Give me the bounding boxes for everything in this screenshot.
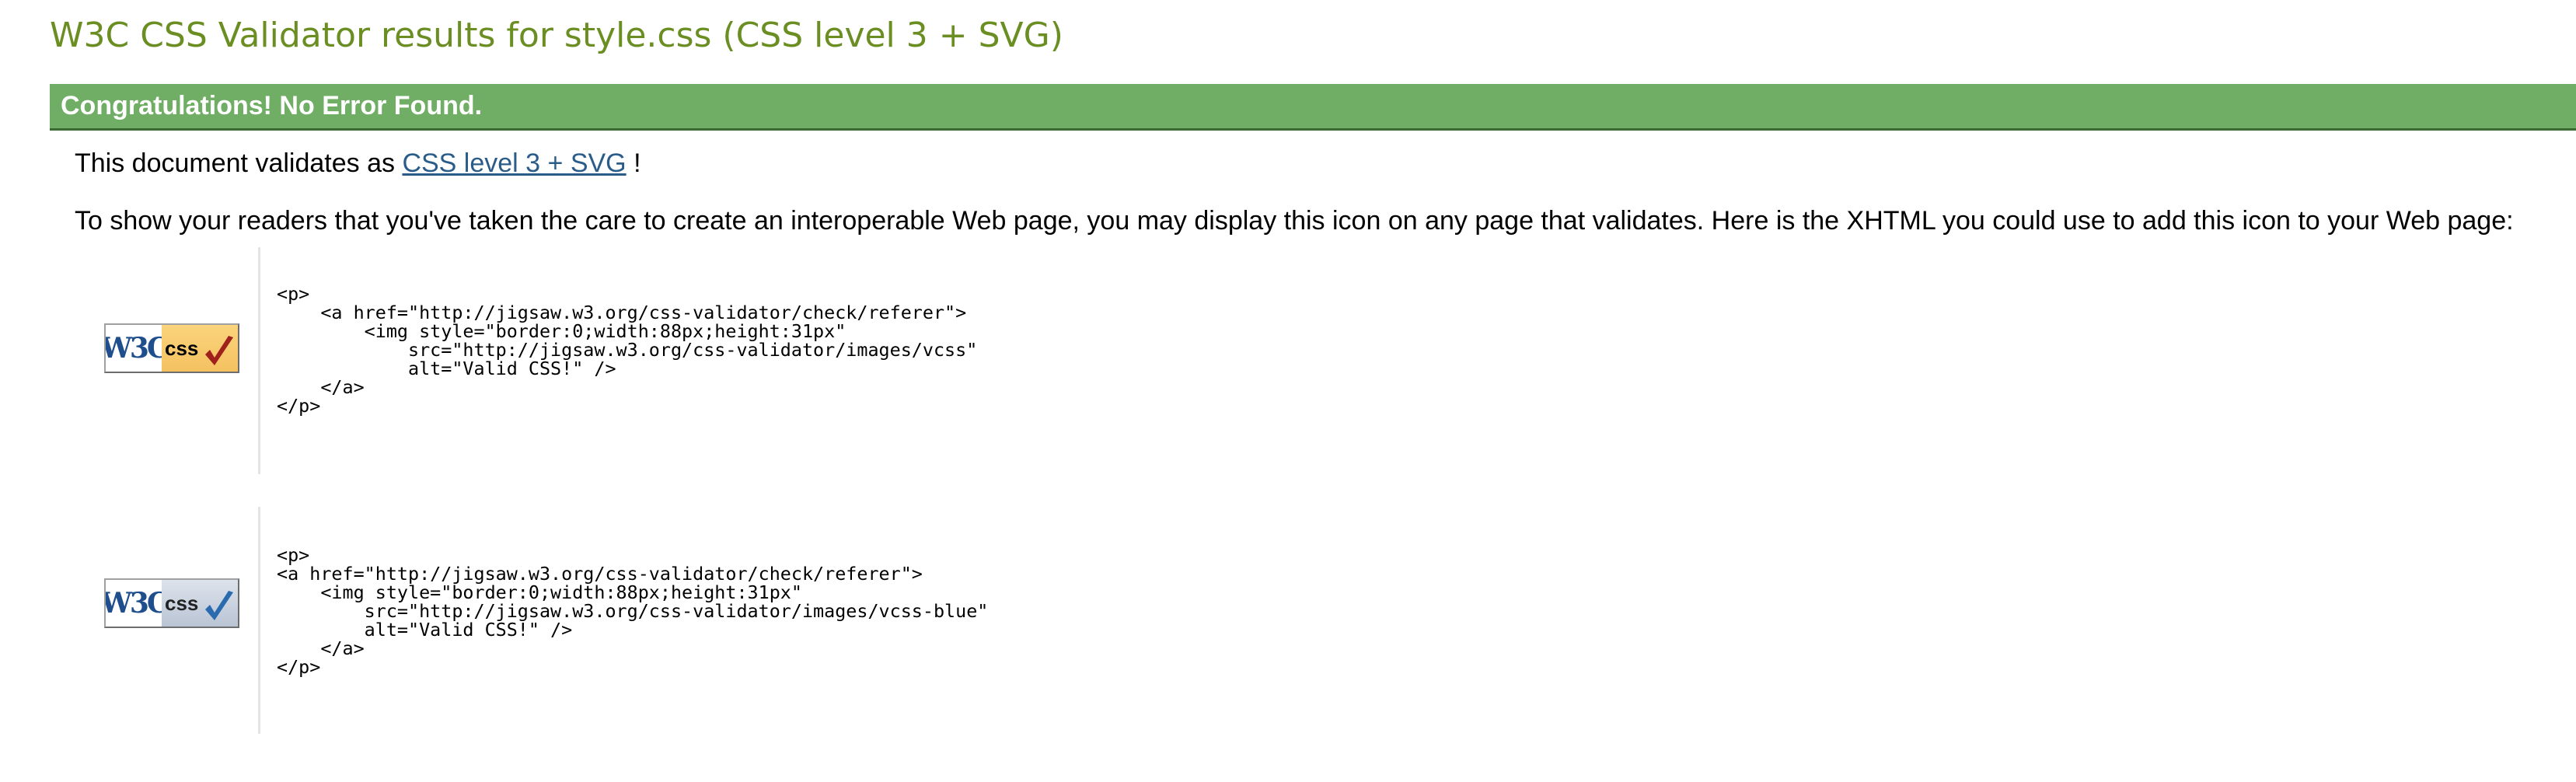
css-level-link[interactable]: CSS level 3 + SVG xyxy=(402,148,626,178)
badge-example-blue: W3C css <p> <a href="http://jigsaw.w3.or… xyxy=(75,507,1241,734)
w3c-logo: W3C xyxy=(106,580,169,627)
code-divider xyxy=(258,247,260,474)
css-label-area: css xyxy=(162,580,238,627)
validation-suffix: ! xyxy=(634,148,641,178)
valid-css-badge-blue[interactable]: W3C css xyxy=(104,578,239,628)
validation-statement: This document validates as CSS level 3 +… xyxy=(75,146,641,180)
css-label: css xyxy=(165,591,199,615)
badge-example-gold: W3C css <p> <a href="http://jigsaw.w3.or… xyxy=(75,247,1241,474)
validation-prefix: This document validates as xyxy=(75,148,395,178)
css-label: css xyxy=(165,336,199,360)
code-divider xyxy=(258,507,260,734)
css-label-area: css xyxy=(162,325,238,372)
badge-code-snippet: <p> <a href="http://jigsaw.w3.org/css-va… xyxy=(277,544,989,678)
icon-instructions: To show your readers that you've taken t… xyxy=(75,206,2514,236)
check-icon xyxy=(205,336,233,365)
valid-css-badge-gold[interactable]: W3C css xyxy=(104,323,239,373)
badge-code-snippet: <p> <a href="http://jigsaw.w3.org/css-va… xyxy=(277,283,978,417)
page-title: W3C CSS Validator results for style.css … xyxy=(50,16,1063,55)
success-banner: Congratulations! No Error Found. xyxy=(50,84,2576,131)
banner-text: Congratulations! No Error Found. xyxy=(61,91,483,120)
check-icon xyxy=(205,591,233,620)
w3c-logo: W3C xyxy=(106,325,169,372)
